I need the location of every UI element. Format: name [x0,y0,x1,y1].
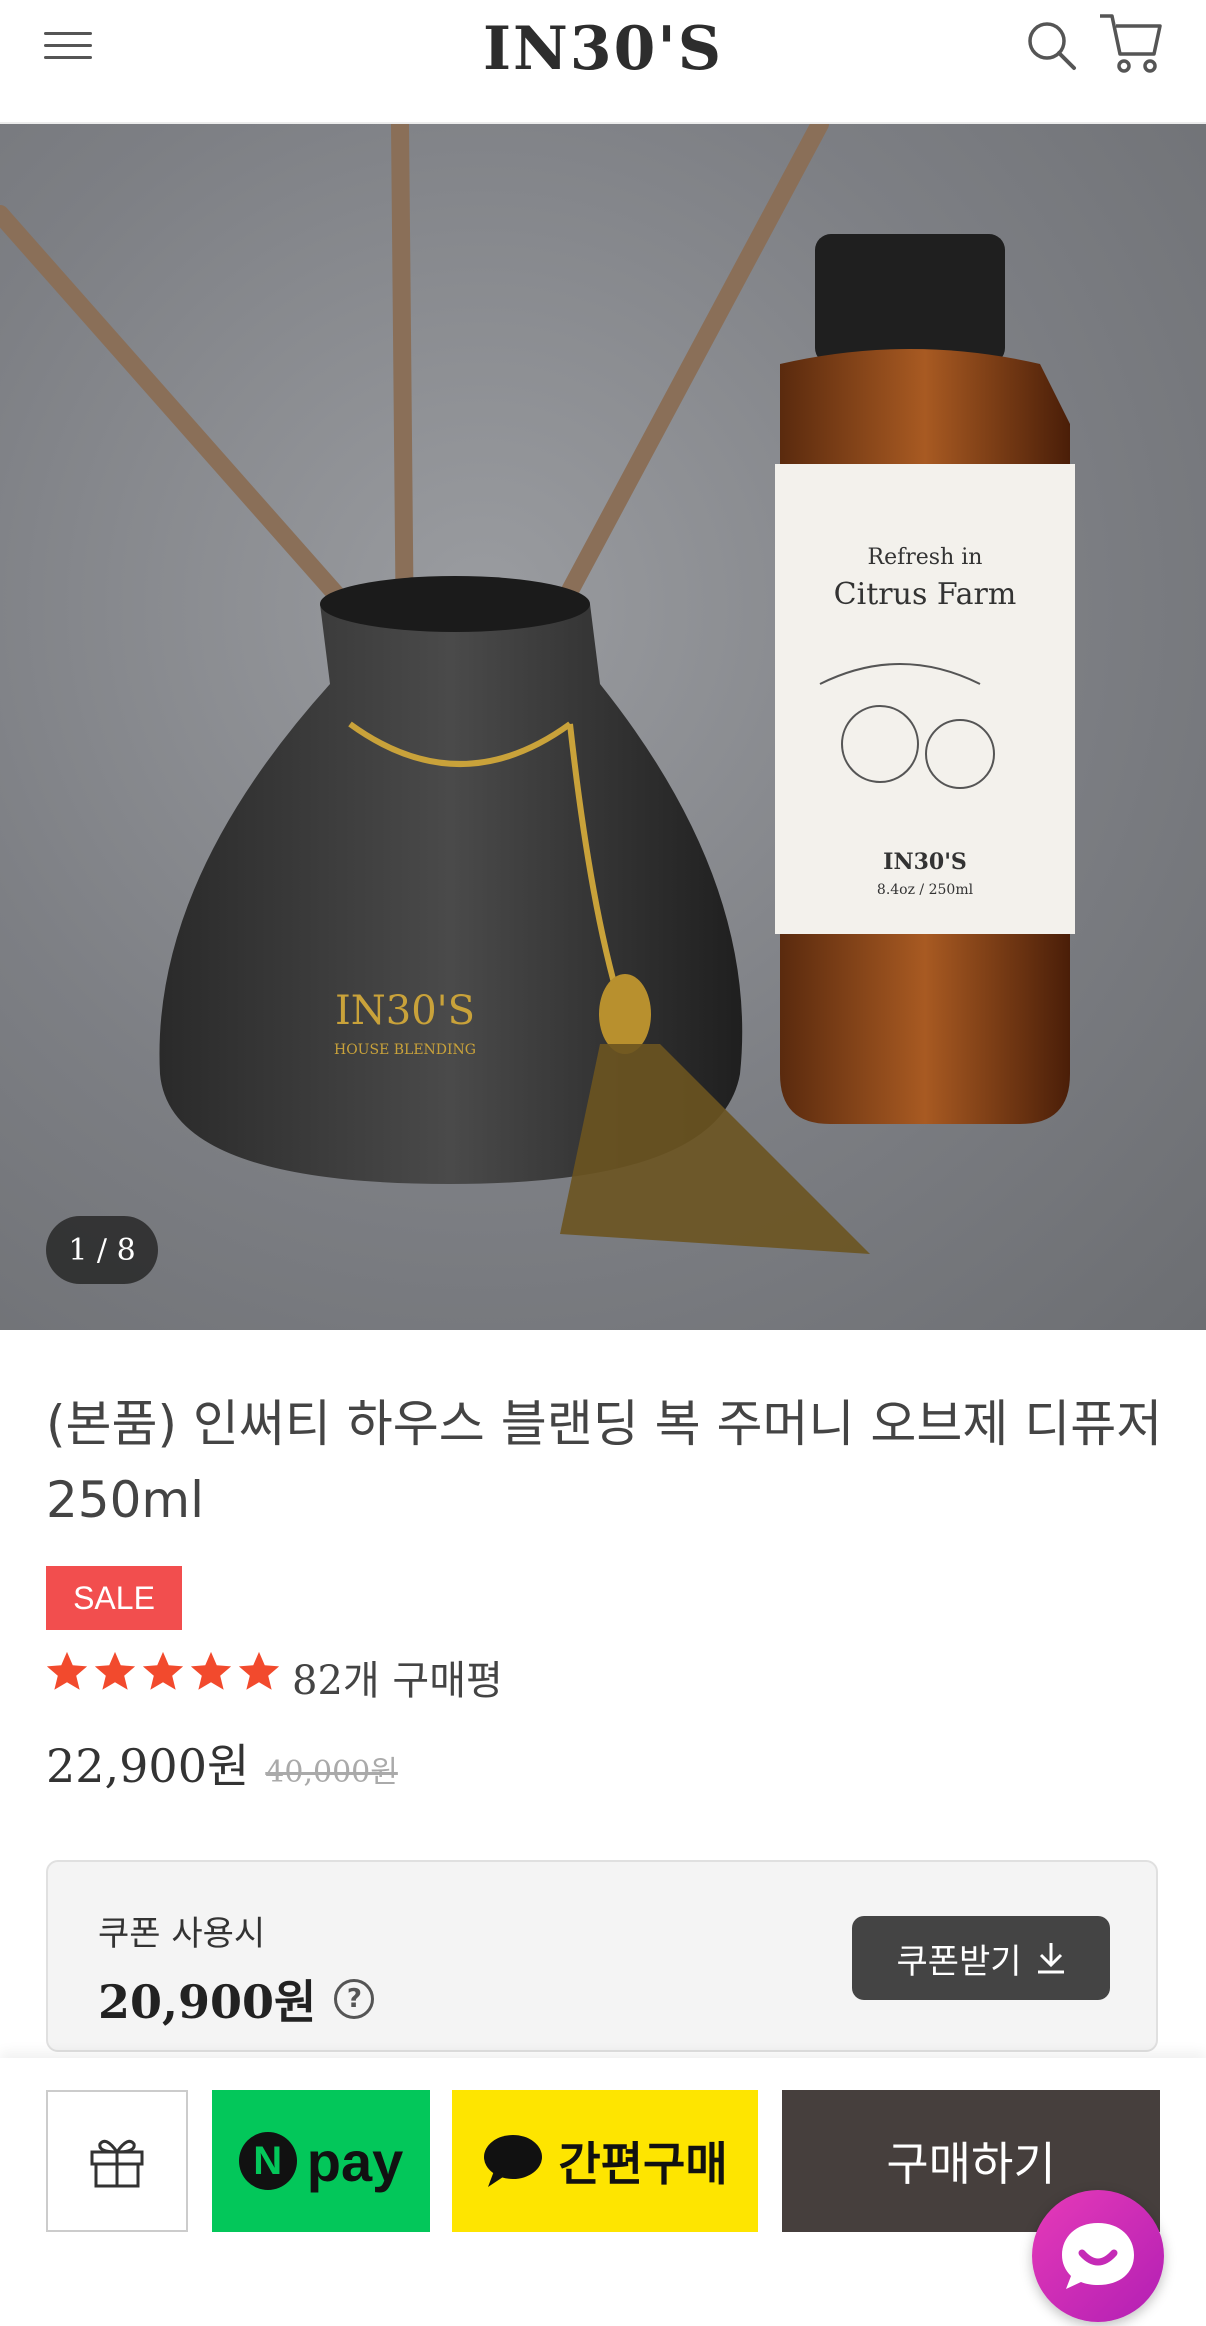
bottle-label-line2: Citrus Farm [834,577,1017,612]
download-icon [1037,1943,1064,1974]
naver-pay-label: pay [306,2129,404,2193]
price-row: 22,900원 40,000원 [46,1730,398,1796]
chat-button[interactable] [1032,2190,1164,2322]
review-count-link[interactable]: 82개 구매평 [292,1648,503,1706]
bottle-label-line1: Refresh in [868,545,983,570]
image-counter: 1 / 8 [46,1216,158,1284]
product-image-gallery[interactable]: IN30'S HOUSE BLENDING Refresh in Citrus … [0,124,1206,1330]
kakao-quick-buy-button[interactable]: 간편구매 [452,2090,758,2232]
star-icon [142,1651,184,1690]
star-icon [190,1651,232,1690]
star-icon [238,1651,280,1690]
cart-icon[interactable] [1096,10,1166,76]
diffuser-brand-text: IN30'S [335,988,475,1034]
bottle-brand-text: IN30'S [883,849,967,875]
naver-pay-button[interactable]: N pay [212,2090,430,2232]
gift-button[interactable] [46,2090,188,2232]
chat-smile-icon [1062,2223,1134,2289]
search-icon[interactable] [1024,18,1080,74]
naver-n-icon: N [238,2132,297,2190]
coupon-box: 쿠폰 사용시 20,900원 ? 쿠폰받기 [46,1860,1158,2052]
kakao-quick-buy-label: 간편구매 [558,2137,728,2191]
bottom-action-bar: N pay 간편구매 구매하기 [0,2058,1206,2326]
product-photo: IN30'S HOUSE BLENDING Refresh in Citrus … [0,124,1075,1254]
diffuser-sub-text: HOUSE BLENDING [334,1042,476,1058]
speech-bubble-icon [484,2135,543,2187]
sale-badge: SALE [46,1566,182,1630]
rating-stars[interactable] [44,1648,282,1694]
coupon-label: 쿠폰 사용시 [98,1914,266,1954]
original-price: 40,000원 [265,1755,398,1790]
top-header: IN30'S [0,0,1206,124]
gift-icon [90,2139,144,2188]
star-icon [94,1651,136,1690]
star-icon [46,1651,88,1690]
bottle-volume-text: 8.4oz / 250ml [877,882,974,898]
download-coupon-button[interactable]: 쿠폰받기 [852,1916,1110,2000]
coupon-button-label: 쿠폰받기 [896,1941,1022,1982]
coupon-price: 20,900원 [98,1975,317,2029]
coupon-price-row: 20,900원 ? [98,1966,375,2032]
sale-price: 22,900원 [46,1739,250,1793]
product-title: (본품) 인써티 하우스 블랜딩 복 주머니 오브제 디퓨저 250ml [46,1395,1163,1529]
help-icon[interactable]: ? [334,1979,375,2019]
